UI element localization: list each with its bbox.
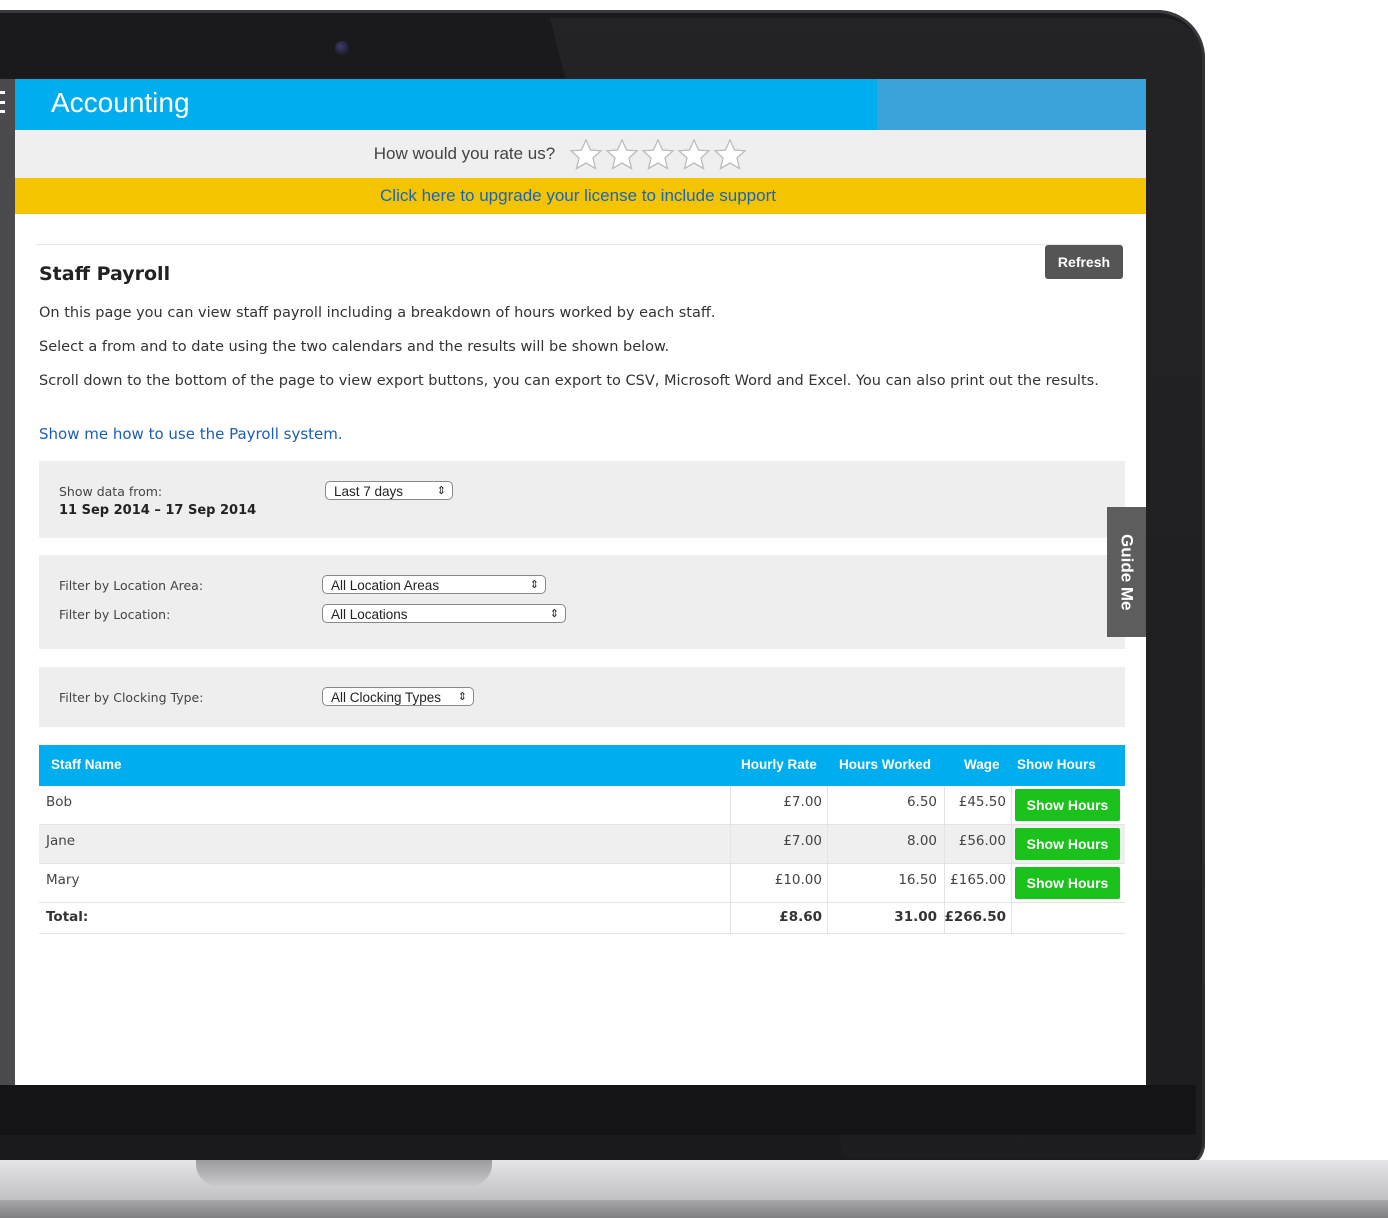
total-label: Total: [46, 909, 89, 925]
star-icon[interactable] [641, 138, 675, 170]
clocking-label: Filter by Clocking Type: [59, 690, 204, 705]
location-area-select[interactable]: All Location Areas ⇕ [322, 575, 546, 594]
clocking-filter-panel: Filter by Clocking Type: All Clocking Ty… [39, 667, 1125, 727]
select-arrow-icon: ⇕ [457, 691, 467, 703]
bezel-bottom [0, 1085, 1196, 1135]
laptop-base-edge [0, 1200, 1388, 1218]
date-filter-panel: Show data from: 11 Sep 2014 – 17 Sep 201… [39, 461, 1125, 538]
col-hourly-rate: Hourly Rate [741, 757, 817, 772]
page-title: Staff Payroll [39, 263, 171, 285]
star-icon[interactable] [713, 138, 747, 170]
guide-me-tab[interactable]: Guide Me [1107, 507, 1146, 637]
select-arrow-icon: ⇕ [549, 608, 559, 620]
app-title: Accounting [51, 87, 190, 118]
clocking-select[interactable]: All Clocking Types ⇕ [322, 687, 474, 706]
hours-worked: 8.00 [906, 833, 937, 849]
location-area-select-value: All Location Areas [331, 578, 440, 593]
table-total-row: Total: £8.60 31.00 £266.50 [39, 903, 1125, 934]
wage: £45.50 [958, 794, 1006, 810]
upgrade-link[interactable]: Click here to upgrade your license to in… [380, 186, 776, 206]
header-right [877, 79, 1146, 130]
show-hours-button[interactable]: Show Hours [1015, 789, 1120, 821]
hours-worked: 6.50 [906, 794, 937, 810]
table-header: Staff Name Hourly Rate Hours Worked Wage… [39, 745, 1125, 786]
refresh-button[interactable]: Refresh [1045, 245, 1123, 279]
star-icon[interactable] [569, 138, 603, 170]
guide-me-label: Guide Me [1117, 533, 1137, 611]
col-hours-worked: Hours Worked [839, 757, 932, 772]
staff-name: Mary [46, 872, 80, 888]
star-icon[interactable] [677, 138, 711, 170]
location-area-label: Filter by Location Area: [59, 578, 204, 593]
hourly-rate: £10.00 [774, 872, 822, 888]
date-range: 11 Sep 2014 – 17 Sep 2014 [59, 503, 257, 518]
show-hours-button[interactable]: Show Hours [1015, 828, 1120, 860]
star-icon[interactable] [605, 138, 639, 170]
staff-name: Bob [46, 794, 73, 810]
sidebar-strip [0, 79, 15, 1085]
date-select-value: Last 7 days [334, 484, 404, 499]
select-arrow-icon: ⇕ [436, 485, 446, 497]
intro-paragraph: On this page you can view staff payroll … [39, 305, 716, 321]
payroll-table: Staff Name Hourly Rate Hours Worked Wage… [39, 745, 1125, 934]
hours-worked: 16.50 [898, 872, 937, 888]
divider [36, 244, 1124, 245]
hourly-rate: £7.00 [783, 794, 822, 810]
laptop-notch [196, 1160, 492, 1186]
location-label: Filter by Location: [59, 607, 171, 622]
total-hourly-rate: £8.60 [779, 909, 822, 925]
date-label: Show data from: [59, 484, 163, 499]
staff-name: Jane [46, 833, 76, 849]
instructions-paragraph: Select a from and to date using the two … [39, 339, 670, 355]
webcam-icon [335, 41, 349, 55]
col-show-hours: Show Hours [1017, 757, 1096, 772]
wage: £165.00 [950, 872, 1006, 888]
upgrade-banner: Click here to upgrade your license to in… [15, 178, 1146, 214]
screen: Accounting How would you rate us? Click … [0, 79, 1146, 1085]
menu-icon[interactable] [0, 91, 5, 113]
show-hours-button[interactable]: Show Hours [1015, 867, 1120, 899]
location-filter-panel: Filter by Location Area: All Location Ar… [39, 555, 1125, 649]
rating-stars [569, 138, 747, 170]
location-select-value: All Locations [331, 607, 408, 622]
rating-prompt: How would you rate us? [373, 144, 556, 163]
table-row: Mary £10.00 16.50 £165.00 Show Hours [39, 864, 1125, 903]
rating-bar: How would you rate us? [15, 130, 1146, 178]
clocking-select-value: All Clocking Types [331, 690, 442, 705]
wage: £56.00 [958, 833, 1006, 849]
total-hours-worked: 31.00 [894, 909, 937, 925]
table-row: Jane £7.00 8.00 £56.00 Show Hours [39, 825, 1125, 864]
date-select[interactable]: Last 7 days ⇕ [325, 481, 453, 500]
location-select[interactable]: All Locations ⇕ [322, 604, 566, 623]
hourly-rate: £7.00 [783, 833, 822, 849]
table-row: Bob £7.00 6.50 £45.50 Show Hours [39, 786, 1125, 825]
select-arrow-icon: ⇕ [529, 579, 539, 591]
col-staff-name: Staff Name [51, 757, 122, 772]
help-link[interactable]: Show me how to use the Payroll system. [39, 425, 343, 443]
export-paragraph: Scroll down to the bottom of the page to… [39, 373, 1099, 389]
col-wage: Wage [964, 757, 1000, 772]
total-wage: £266.50 [944, 909, 1007, 925]
